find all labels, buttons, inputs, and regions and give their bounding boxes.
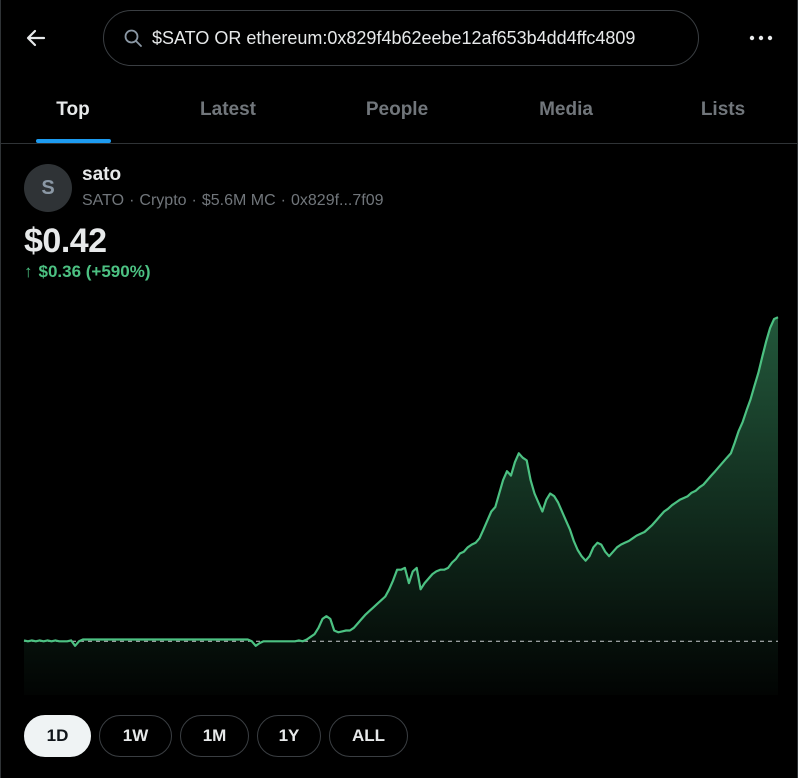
range-1w-button[interactable]: 1W — [99, 715, 172, 757]
price-change-value: $0.36 (+590%) — [38, 262, 151, 281]
tab-lists[interactable]: Lists — [648, 76, 798, 143]
search-input[interactable] — [152, 27, 692, 49]
time-range-selector: 1D 1W 1M 1Y ALL — [24, 715, 408, 757]
price-chart[interactable] — [0, 290, 798, 700]
tab-latest[interactable]: Latest — [146, 76, 310, 143]
range-1y-button[interactable]: 1Y — [257, 715, 321, 757]
token-avatar: S — [24, 164, 72, 212]
more-options-button[interactable] — [742, 20, 780, 56]
token-name[interactable]: sato — [82, 164, 121, 186]
top-bar — [0, 0, 798, 76]
token-category: Crypto — [139, 192, 187, 209]
tab-media[interactable]: Media — [484, 76, 648, 143]
back-button[interactable] — [18, 20, 54, 56]
token-address[interactable]: 0x829f...7f09 — [291, 192, 384, 209]
active-tab-indicator — [36, 139, 111, 143]
tab-people[interactable]: People — [310, 76, 484, 143]
token-meta: SATO · Crypto · $5.6M MC · 0x829f...7f09 — [82, 192, 384, 209]
chart-area-fill — [24, 317, 778, 695]
search-tabs: Top Latest People Media Lists — [0, 76, 798, 144]
range-1m-button[interactable]: 1M — [180, 715, 249, 757]
arrow-left-icon — [26, 29, 46, 47]
search-box[interactable] — [103, 10, 699, 66]
range-1d-button[interactable]: 1D — [24, 715, 91, 757]
tab-top[interactable]: Top — [0, 76, 146, 143]
token-symbol: SATO — [82, 192, 125, 209]
ellipsis-icon — [749, 35, 773, 41]
search-icon — [122, 27, 144, 49]
token-market-cap: $5.6M MC — [201, 192, 276, 209]
token-price: $0.42 — [24, 222, 107, 260]
arrow-up-icon: ↑ — [24, 262, 33, 281]
range-all-button[interactable]: ALL — [329, 715, 408, 757]
price-change: ↑ $0.36 (+590%) — [24, 262, 151, 282]
